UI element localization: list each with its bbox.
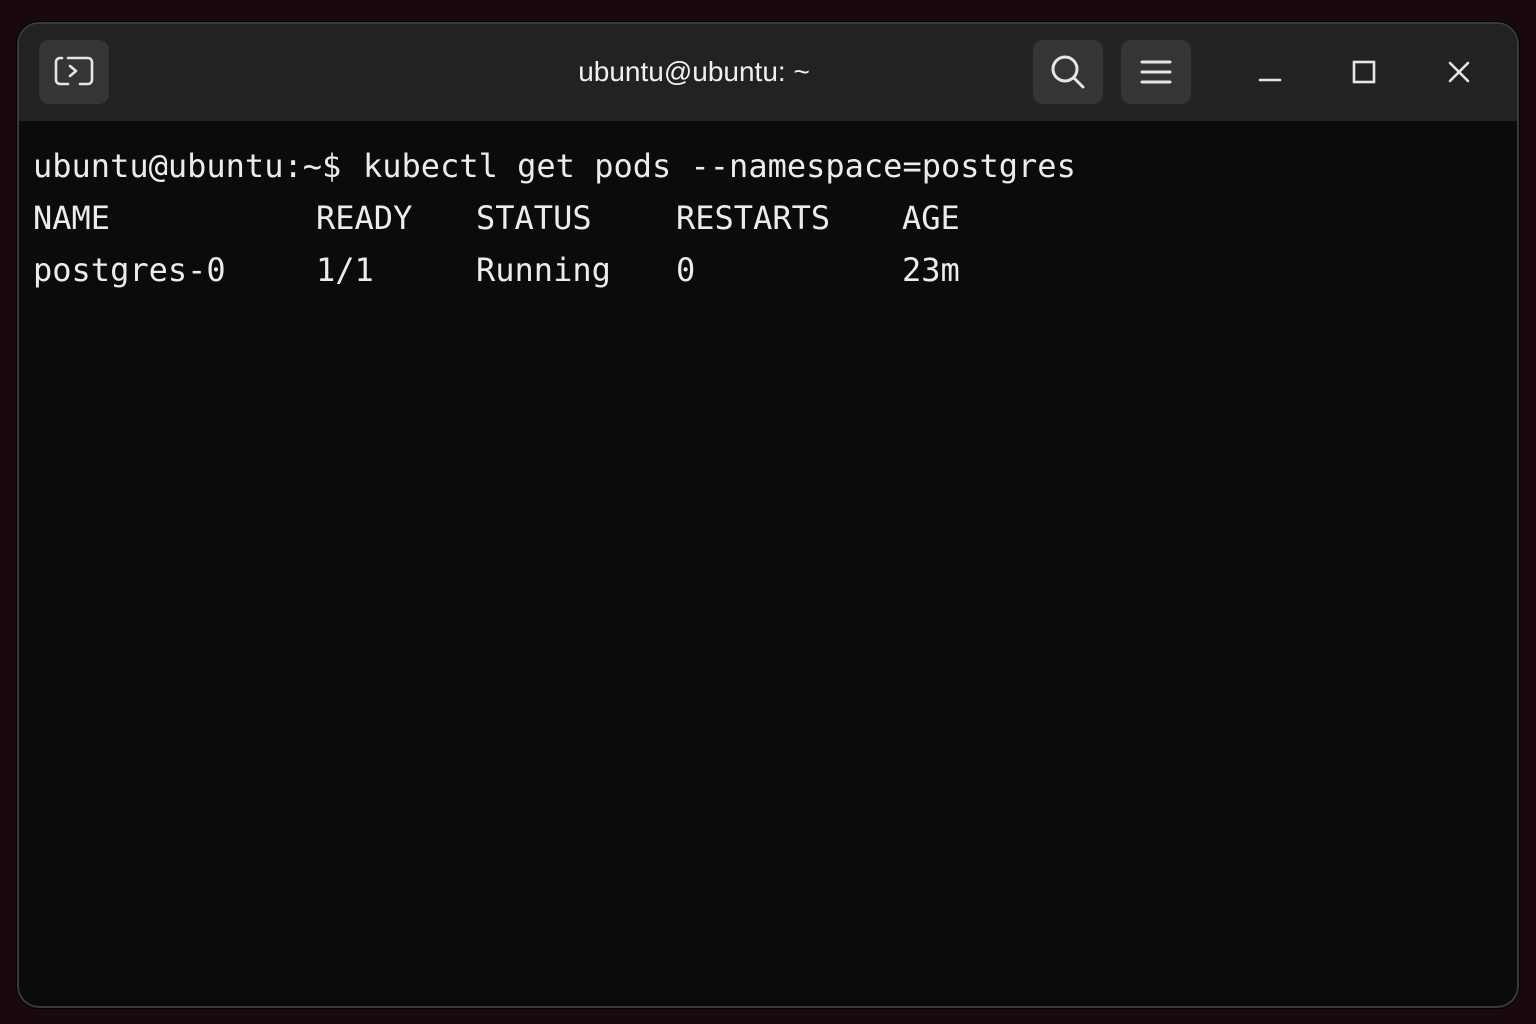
column-header-name: NAME <box>33 199 111 237</box>
column-header-ready: READY <box>316 199 413 237</box>
pod-age: 23m <box>902 251 960 289</box>
hamburger-menu-icon <box>1140 58 1172 86</box>
table-header: NAME READY STATUS RESTARTS AGE <box>33 198 960 238</box>
command-line: ubuntu@ubuntu:~$ kubectl get pods --name… <box>33 146 1076 186</box>
column-header-restarts: RESTARTS <box>676 199 831 237</box>
maximize-icon <box>1352 60 1376 84</box>
pod-status: Running <box>476 251 611 289</box>
command-text: kubectl get pods --namespace=postgres <box>363 147 1076 185</box>
search-icon <box>1049 53 1087 91</box>
terminal-new-tab-icon <box>54 54 94 90</box>
search-button[interactable] <box>1033 40 1103 104</box>
pod-name: postgres-0 <box>33 251 226 289</box>
pod-restarts: 0 <box>676 251 696 289</box>
prompt: ubuntu@ubuntu:~$ <box>33 147 342 185</box>
column-header-status: STATUS <box>476 199 592 237</box>
close-button[interactable] <box>1429 40 1489 104</box>
pod-ready: 1/1 <box>316 251 374 289</box>
minimize-icon <box>1258 60 1282 84</box>
terminal-window: ubuntu@ubuntu: ~ ubuntu@ubuntu:~$ kubect… <box>17 22 1519 1008</box>
new-tab-button[interactable] <box>39 40 109 104</box>
column-header-age: AGE <box>902 199 960 237</box>
menu-button[interactable] <box>1121 40 1191 104</box>
minimize-button[interactable] <box>1240 40 1300 104</box>
maximize-button[interactable] <box>1334 40 1394 104</box>
window-title: ubuntu@ubuntu: ~ <box>578 56 810 87</box>
table-row: postgres-0 1/1 Running 0 23m <box>33 250 960 290</box>
terminal-output[interactable]: ubuntu@ubuntu:~$ kubectl get pods --name… <box>33 142 1503 1006</box>
title-bar[interactable]: ubuntu@ubuntu: ~ <box>19 24 1517 121</box>
close-icon <box>1447 60 1471 84</box>
